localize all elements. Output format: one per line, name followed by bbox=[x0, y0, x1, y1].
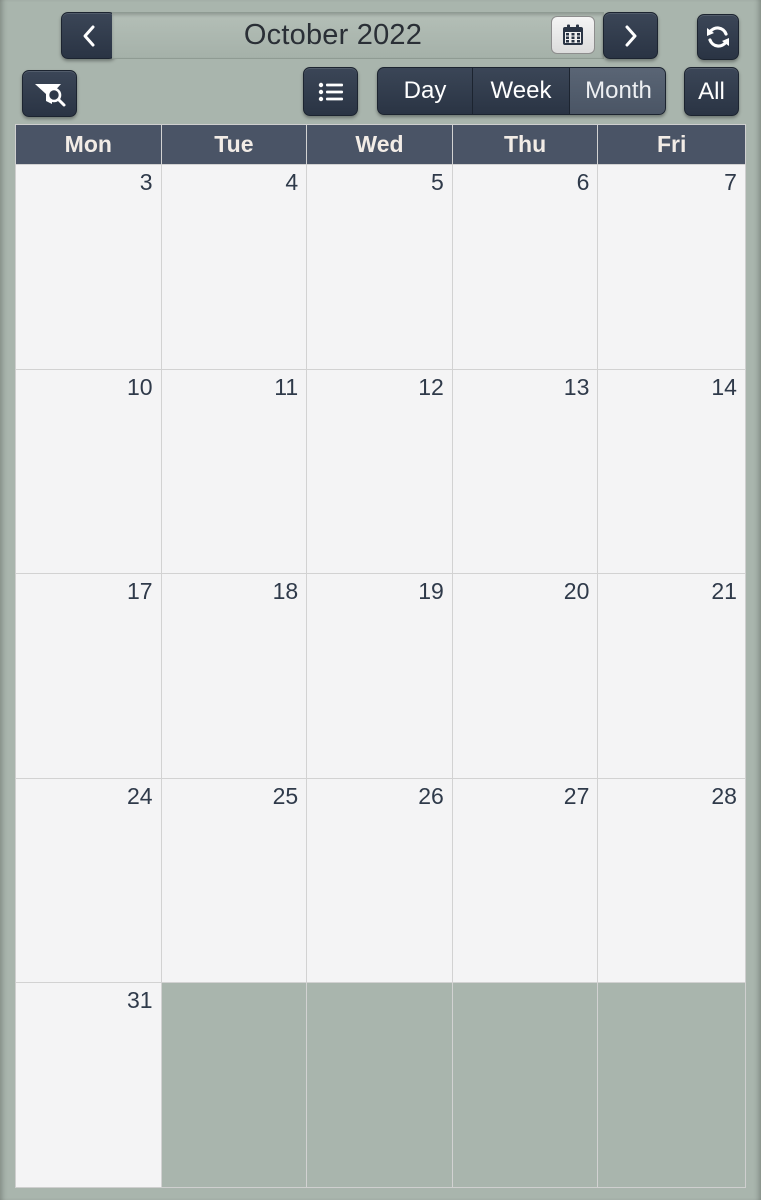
day-cell[interactable]: 21 bbox=[598, 574, 745, 778]
day-number: 14 bbox=[711, 373, 737, 400]
day-number: 20 bbox=[563, 578, 590, 605]
day-cell[interactable]: 27 bbox=[452, 778, 599, 983]
day-cell[interactable]: 19 bbox=[307, 574, 453, 778]
day-cell[interactable]: 12 bbox=[307, 369, 453, 574]
day-cell[interactable]: 6 bbox=[452, 165, 599, 369]
weekday-mon: Mon bbox=[16, 125, 162, 164]
day-cell[interactable]: 3 bbox=[16, 165, 162, 369]
refresh-icon bbox=[707, 26, 729, 48]
day-cell[interactable]: 31 bbox=[16, 983, 162, 1187]
day-cell[interactable]: 26 bbox=[307, 778, 453, 983]
day-cell[interactable]: 10 bbox=[16, 369, 162, 574]
day-number: 19 bbox=[418, 578, 444, 605]
weekday-wed: Wed bbox=[307, 125, 453, 164]
day-cell[interactable]: 28 bbox=[598, 778, 745, 983]
day-number: 24 bbox=[127, 782, 153, 809]
weekday-tue: Tue bbox=[161, 125, 308, 164]
list-icon bbox=[318, 82, 343, 101]
day-number: 31 bbox=[127, 987, 153, 1014]
day-number: 4 bbox=[285, 169, 299, 195]
all-button[interactable]: All bbox=[684, 67, 739, 116]
title-bar: October 2022 bbox=[112, 12, 604, 59]
weekday-header: Mon Tue Wed Thu Fri bbox=[16, 125, 745, 164]
day-number: 12 bbox=[418, 373, 444, 400]
day-number: 13 bbox=[563, 373, 590, 400]
day-cell[interactable]: 25 bbox=[161, 778, 308, 983]
day-number: 6 bbox=[576, 169, 590, 195]
prev-month-button[interactable] bbox=[61, 12, 116, 59]
calendar-app: October 2022 Day Week Month All Mon Tue … bbox=[0, 0, 761, 1200]
week-row: 24 25 26 27 28 bbox=[16, 777, 745, 983]
day-cell-outside-month bbox=[307, 983, 453, 1187]
week-row: 17 18 19 20 21 bbox=[16, 573, 745, 778]
day-cell[interactable]: 17 bbox=[16, 574, 162, 778]
day-cell[interactable]: 18 bbox=[161, 574, 308, 778]
view-month-button[interactable]: Month bbox=[570, 68, 665, 114]
day-number: 21 bbox=[711, 578, 737, 605]
day-number: 11 bbox=[274, 373, 299, 400]
chevron-right-icon bbox=[625, 25, 636, 46]
day-cell[interactable]: 24 bbox=[16, 778, 162, 983]
next-month-button[interactable] bbox=[603, 12, 658, 59]
day-cell[interactable]: 11 bbox=[161, 369, 308, 574]
chevron-left-icon bbox=[83, 25, 94, 46]
day-cell[interactable]: 14 bbox=[598, 369, 745, 574]
day-number: 26 bbox=[418, 782, 444, 809]
month-title: October 2022 bbox=[243, 19, 423, 51]
day-number: 28 bbox=[711, 782, 737, 809]
day-cell-outside-month bbox=[161, 983, 308, 1187]
day-cell-outside-month bbox=[452, 983, 599, 1187]
day-cell[interactable]: 5 bbox=[307, 165, 453, 369]
view-day-button[interactable]: Day bbox=[378, 68, 473, 114]
day-cell[interactable]: 4 bbox=[161, 165, 308, 369]
day-number: 5 bbox=[430, 169, 444, 195]
day-cell[interactable]: 20 bbox=[452, 574, 599, 778]
week-row: 3 4 5 6 7 bbox=[16, 164, 745, 369]
view-switcher: Day Week Month bbox=[377, 67, 666, 115]
day-number: 27 bbox=[563, 782, 590, 809]
calendar-icon bbox=[563, 24, 583, 45]
day-cell[interactable]: 7 bbox=[598, 165, 745, 369]
view-week-button[interactable]: Week bbox=[473, 68, 570, 114]
week-row: 10 11 12 13 14 bbox=[16, 368, 745, 574]
weekday-thu: Thu bbox=[452, 125, 599, 164]
list-view-button[interactable] bbox=[303, 67, 358, 116]
day-number: 17 bbox=[127, 578, 153, 605]
day-number: 3 bbox=[139, 169, 153, 195]
day-cell[interactable]: 13 bbox=[452, 369, 599, 574]
week-row: 31 bbox=[16, 982, 745, 1187]
day-number: 18 bbox=[272, 578, 299, 605]
filter-search-icon bbox=[34, 83, 65, 106]
day-number: 7 bbox=[724, 169, 737, 195]
day-number: 10 bbox=[127, 373, 153, 400]
weekday-fri: Fri bbox=[598, 125, 745, 164]
day-cell-outside-month bbox=[598, 983, 745, 1187]
month-grid: Mon Tue Wed Thu Fri 3 4 5 6 7 10 11 12 1… bbox=[15, 124, 746, 1188]
filter-search-button[interactable] bbox=[22, 70, 77, 117]
refresh-button[interactable] bbox=[697, 14, 739, 60]
date-picker-button[interactable] bbox=[551, 16, 595, 54]
day-number: 25 bbox=[272, 782, 299, 809]
